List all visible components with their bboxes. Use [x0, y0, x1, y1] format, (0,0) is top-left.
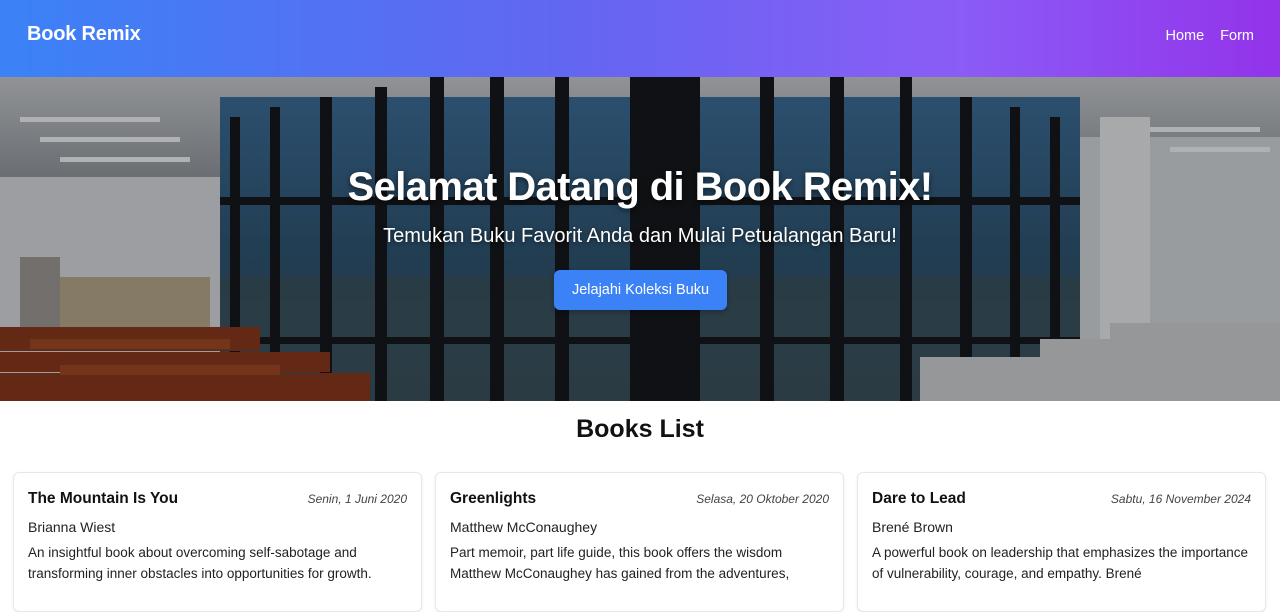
hero-subtitle: Temukan Buku Favorit Anda dan Mulai Petu…: [383, 225, 897, 247]
brand-logo[interactable]: Book Remix: [27, 23, 141, 46]
hero-section: Selamat Datang di Book Remix! Temukan Bu…: [0, 77, 1280, 401]
book-title: The Mountain Is You: [28, 490, 179, 507]
book-date: Sabtu, 16 November 2024: [1110, 492, 1251, 506]
explore-collection-button[interactable]: Jelajahi Koleksi Buku: [554, 270, 727, 310]
book-card[interactable]: Dare to Lead Sabtu, 16 November 2024 Bre…: [857, 472, 1266, 612]
book-title: Greenlights: [450, 490, 537, 507]
book-author: Brianna Wiest: [28, 519, 116, 535]
book-title: Dare to Lead: [872, 490, 966, 507]
nav-link-home[interactable]: Home: [1165, 28, 1204, 44]
book-description: Part memoir, part life guide, this book …: [450, 545, 790, 581]
book-date: Selasa, 20 Oktober 2020: [696, 492, 829, 506]
books-list-title: Books List: [576, 415, 704, 443]
hero-title: Selamat Datang di Book Remix!: [347, 165, 934, 209]
book-author: Matthew McConaughey: [450, 519, 598, 535]
main-nav: Home Form: [1165, 28, 1254, 44]
nav-link-form[interactable]: Form: [1220, 28, 1254, 44]
book-description: An insightful book about overcoming self…: [28, 545, 372, 581]
site-header: Book Remix Home Form: [0, 0, 1280, 77]
book-description: A powerful book on leadership that empha…: [872, 545, 1248, 581]
book-card[interactable]: The Mountain Is You Senin, 1 Juni 2020 B…: [13, 472, 422, 612]
book-date: Senin, 1 Juni 2020: [307, 492, 407, 506]
book-cards: The Mountain Is You Senin, 1 Juni 2020 B…: [13, 472, 1267, 612]
book-card[interactable]: Greenlights Selasa, 20 Oktober 2020 Matt…: [435, 472, 844, 612]
book-author: Brené Brown: [872, 519, 953, 535]
hero-content: Selamat Datang di Book Remix! Temukan Bu…: [0, 77, 1280, 401]
